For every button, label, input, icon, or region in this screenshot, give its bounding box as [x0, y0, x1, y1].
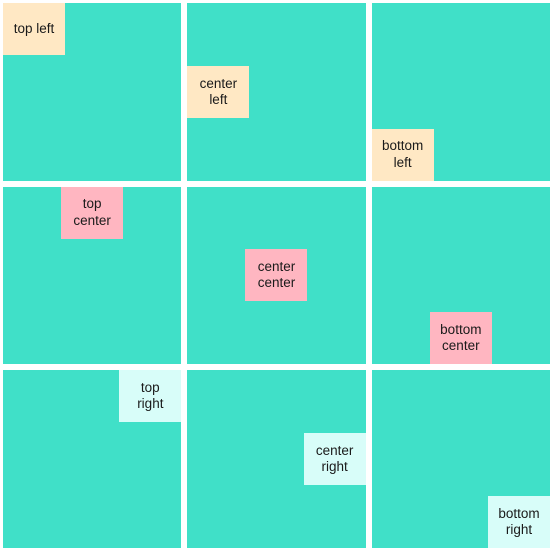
cell-center-right: center right	[187, 370, 365, 548]
cell-top-center: top center	[3, 187, 181, 365]
box-bottom-center: bottom center	[430, 312, 492, 364]
box-bottom-right: bottom right	[488, 496, 550, 548]
box-top-left: top left	[3, 3, 65, 55]
cell-top-left: top left	[3, 3, 181, 181]
cell-center-left: center left	[187, 3, 365, 181]
box-bottom-left: bottom left	[372, 129, 434, 181]
alignment-grid: top left center left bottom left top cen…	[0, 0, 553, 551]
cell-top-right: top right	[3, 370, 181, 548]
box-center-center: center center	[245, 249, 307, 301]
box-top-right: top right	[119, 370, 181, 422]
cell-bottom-center: bottom center	[372, 187, 550, 365]
box-center-left: center left	[187, 66, 249, 118]
box-center-right: center right	[304, 433, 366, 485]
cell-bottom-left: bottom left	[372, 3, 550, 181]
cell-center-center: center center	[187, 187, 365, 365]
cell-bottom-right: bottom right	[372, 370, 550, 548]
box-top-center: top center	[61, 187, 123, 239]
